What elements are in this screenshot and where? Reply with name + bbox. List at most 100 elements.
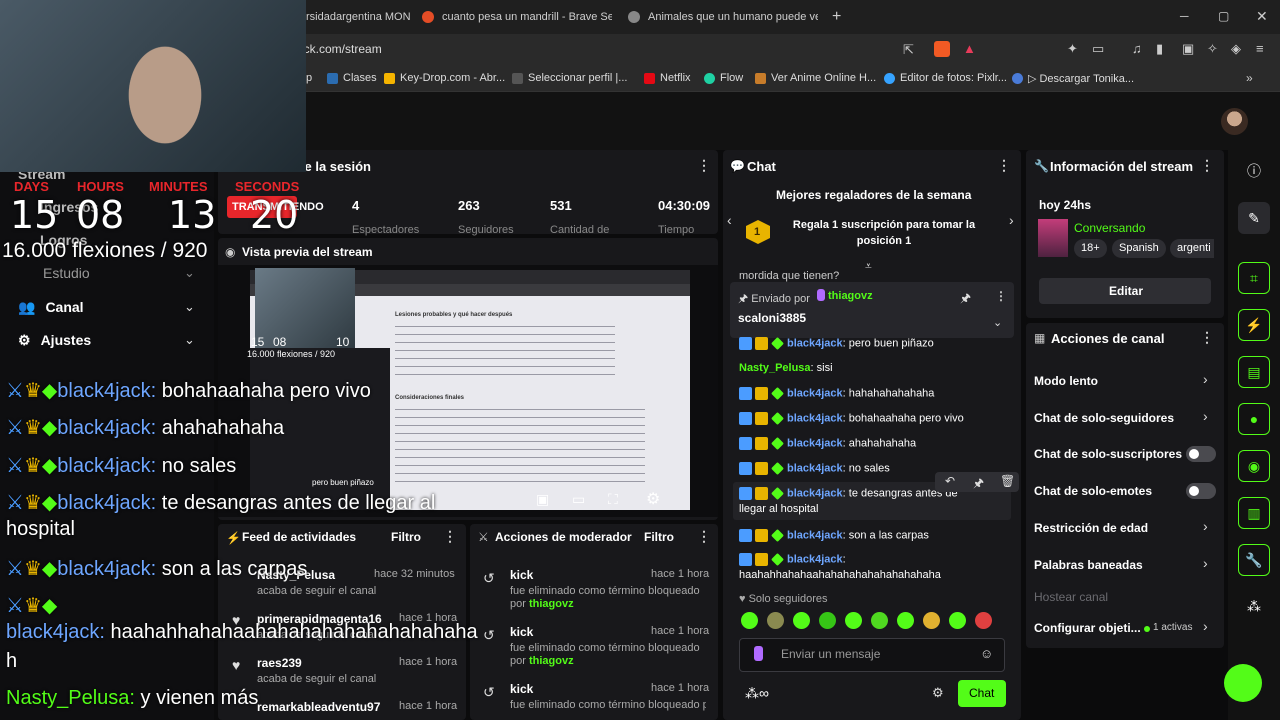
- subs-only-toggle[interactable]: [1186, 446, 1216, 462]
- minimize-icon[interactable]: ─: [1180, 9, 1189, 23]
- emote-icon[interactable]: [975, 612, 992, 629]
- chevron-down-icon[interactable]: ⌄: [184, 265, 195, 281]
- emote-icon[interactable]: [845, 612, 862, 629]
- apps-icon[interactable]: ⁂: [1238, 590, 1270, 622]
- tag[interactable]: argenti: [1170, 239, 1214, 258]
- tag[interactable]: 18+: [1074, 239, 1107, 258]
- actions-menu-icon[interactable]: ⋮: [1200, 329, 1214, 346]
- pinned-menu-icon[interactable]: ⋮: [995, 289, 1007, 303]
- chevron-right-icon[interactable]: ›: [1203, 555, 1208, 571]
- action-age-restriction[interactable]: Restricción de edad: [1034, 521, 1148, 535]
- chevron-right-icon[interactable]: ›: [1203, 618, 1208, 634]
- music-icon[interactable]: ♫: [1132, 41, 1142, 56]
- chat-username[interactable]: black4jack: [787, 553, 843, 565]
- panel-icon[interactable]: ▮: [1156, 41, 1163, 57]
- settings-gear-icon[interactable]: ⚙: [646, 489, 660, 509]
- emote-icon[interactable]: [793, 612, 810, 629]
- chat-settings-icon[interactable]: ⚙: [932, 685, 944, 701]
- feed-menu-icon[interactable]: ⋮: [443, 528, 457, 545]
- chat-icon[interactable]: ●: [1238, 403, 1270, 435]
- chat-username[interactable]: black4jack: [787, 437, 843, 449]
- pip-icon[interactable]: ▣: [536, 491, 549, 508]
- bookmark-clases[interactable]: Clases: [327, 72, 377, 84]
- layout-icon[interactable]: ▥: [1238, 497, 1270, 529]
- close-icon[interactable]: ✕: [1256, 8, 1268, 25]
- feed-filter-button[interactable]: Filtro: [391, 530, 421, 544]
- mod-filter-button[interactable]: Filtro: [644, 530, 674, 544]
- chat-username[interactable]: black4jack: [787, 462, 843, 474]
- session-menu-icon[interactable]: ⋮: [697, 157, 711, 174]
- brave-shield-icon[interactable]: [934, 41, 950, 57]
- ai-icon[interactable]: ✧: [1207, 41, 1218, 57]
- emote-icon[interactable]: [819, 612, 836, 629]
- chevron-right-icon[interactable]: ›: [1009, 212, 1014, 228]
- emoji-icon[interactable]: ☺: [980, 646, 993, 661]
- feed-item-user[interactable]: raes239: [257, 656, 302, 670]
- sidebar-item-canal[interactable]: 👥 Canal: [18, 299, 84, 316]
- pin-message-icon[interactable]: 🖈: [973, 474, 984, 495]
- chevron-left-icon[interactable]: ‹: [727, 212, 732, 228]
- sidebar-item-estudio[interactable]: Estudio: [43, 265, 90, 281]
- chat-username[interactable]: black4jack: [787, 412, 843, 424]
- emote-icon[interactable]: [767, 612, 784, 629]
- chevron-right-icon[interactable]: ›: [1203, 408, 1208, 424]
- emote-icon[interactable]: [923, 612, 940, 629]
- notes-icon[interactable]: ▤: [1238, 356, 1270, 388]
- tab-3[interactable]: Animales que un humano puede ven: [628, 4, 818, 30]
- pinned-by-user[interactable]: thiagovz: [828, 290, 873, 302]
- tab-1[interactable]: rsidadargentina MON: [306, 4, 412, 30]
- chat-username[interactable]: black4jack: [787, 529, 843, 541]
- chevron-right-icon[interactable]: ›: [1203, 371, 1208, 387]
- avatar[interactable]: [1221, 108, 1248, 135]
- assistant-bubble-icon[interactable]: [1224, 664, 1262, 702]
- tools-icon[interactable]: 🔧: [1238, 544, 1270, 576]
- bookmark-perfil[interactable]: Seleccionar perfil |...: [512, 72, 627, 84]
- bolt-icon[interactable]: ⚡: [1238, 309, 1270, 341]
- theater-icon[interactable]: ▭: [572, 491, 585, 508]
- points-icon[interactable]: ⁂∞: [745, 685, 769, 702]
- wallet-icon[interactable]: ▣: [1182, 41, 1194, 57]
- action-followers-only[interactable]: Chat de solo-seguidores: [1034, 411, 1174, 425]
- reply-icon[interactable]: ↶: [945, 474, 955, 488]
- chat-username[interactable]: Nasty_Pelusa: [739, 362, 811, 374]
- bookmark-keydrop[interactable]: Key-Drop.com - Abr...: [384, 72, 505, 84]
- extensions-icon[interactable]: ✦: [1067, 41, 1078, 57]
- chevron-down-icon[interactable]: ⌄: [184, 299, 195, 315]
- delete-icon[interactable]: 🗑: [1000, 474, 1015, 488]
- action-banned-words[interactable]: Palabras baneadas: [1034, 558, 1143, 572]
- bookmark-tonika[interactable]: ▷ Descargar Tonika...: [1012, 72, 1134, 85]
- category-thumb[interactable]: [1038, 219, 1068, 257]
- more-bookmarks-icon[interactable]: »: [1246, 71, 1253, 85]
- action-slow-mode[interactable]: Modo lento: [1034, 374, 1098, 388]
- collapse-icon[interactable]: ⩡: [865, 259, 872, 274]
- sidebar-toggle-icon[interactable]: ▭: [1092, 41, 1104, 57]
- pin-icon[interactable]: 🖈: [960, 289, 971, 310]
- emote-icon[interactable]: [897, 612, 914, 629]
- mod-item-by[interactable]: thiagovz: [529, 655, 574, 667]
- feed-item-user[interactable]: remarkableadventu97: [257, 700, 380, 714]
- bookmark-anime[interactable]: Ver Anime Online H...: [755, 72, 876, 84]
- menu-icon[interactable]: ≡: [1256, 41, 1264, 56]
- pinned-by[interactable]: thiagovz: [828, 290, 873, 302]
- action-goals[interactable]: Configurar objeti...: [1034, 621, 1141, 635]
- category-name[interactable]: Conversando: [1074, 221, 1145, 235]
- broadcast-icon[interactable]: ◉: [1238, 450, 1270, 482]
- chat-menu-icon[interactable]: ⋮: [997, 157, 1011, 174]
- info-menu-icon[interactable]: ⋮: [1200, 157, 1214, 174]
- bookmark-pixlr[interactable]: Editor de fotos: Pixlr...: [884, 72, 1007, 84]
- emote-icon[interactable]: [949, 612, 966, 629]
- fullscreen-icon[interactable]: ⛶: [608, 491, 618, 508]
- bookmark-0[interactable]: p: [306, 72, 312, 84]
- emote-icon[interactable]: [871, 612, 888, 629]
- undo-icon[interactable]: ↺: [483, 684, 495, 701]
- emotes-only-toggle[interactable]: [1186, 483, 1216, 499]
- edit-icon[interactable]: ✎: [1238, 202, 1270, 234]
- clip-icon[interactable]: ⌗: [1238, 262, 1270, 294]
- chevron-right-icon[interactable]: ›: [1203, 518, 1208, 534]
- vpn-icon[interactable]: ◈: [1231, 41, 1241, 57]
- gift-prompt[interactable]: Regala 1 suscripción para tomar la posic…: [790, 217, 978, 249]
- chevron-down-icon[interactable]: ⌄: [993, 316, 1002, 329]
- bookmark-flow[interactable]: Flow: [704, 72, 743, 84]
- rewards-icon[interactable]: ▲: [963, 41, 976, 56]
- mod-menu-icon[interactable]: ⋮: [697, 528, 711, 545]
